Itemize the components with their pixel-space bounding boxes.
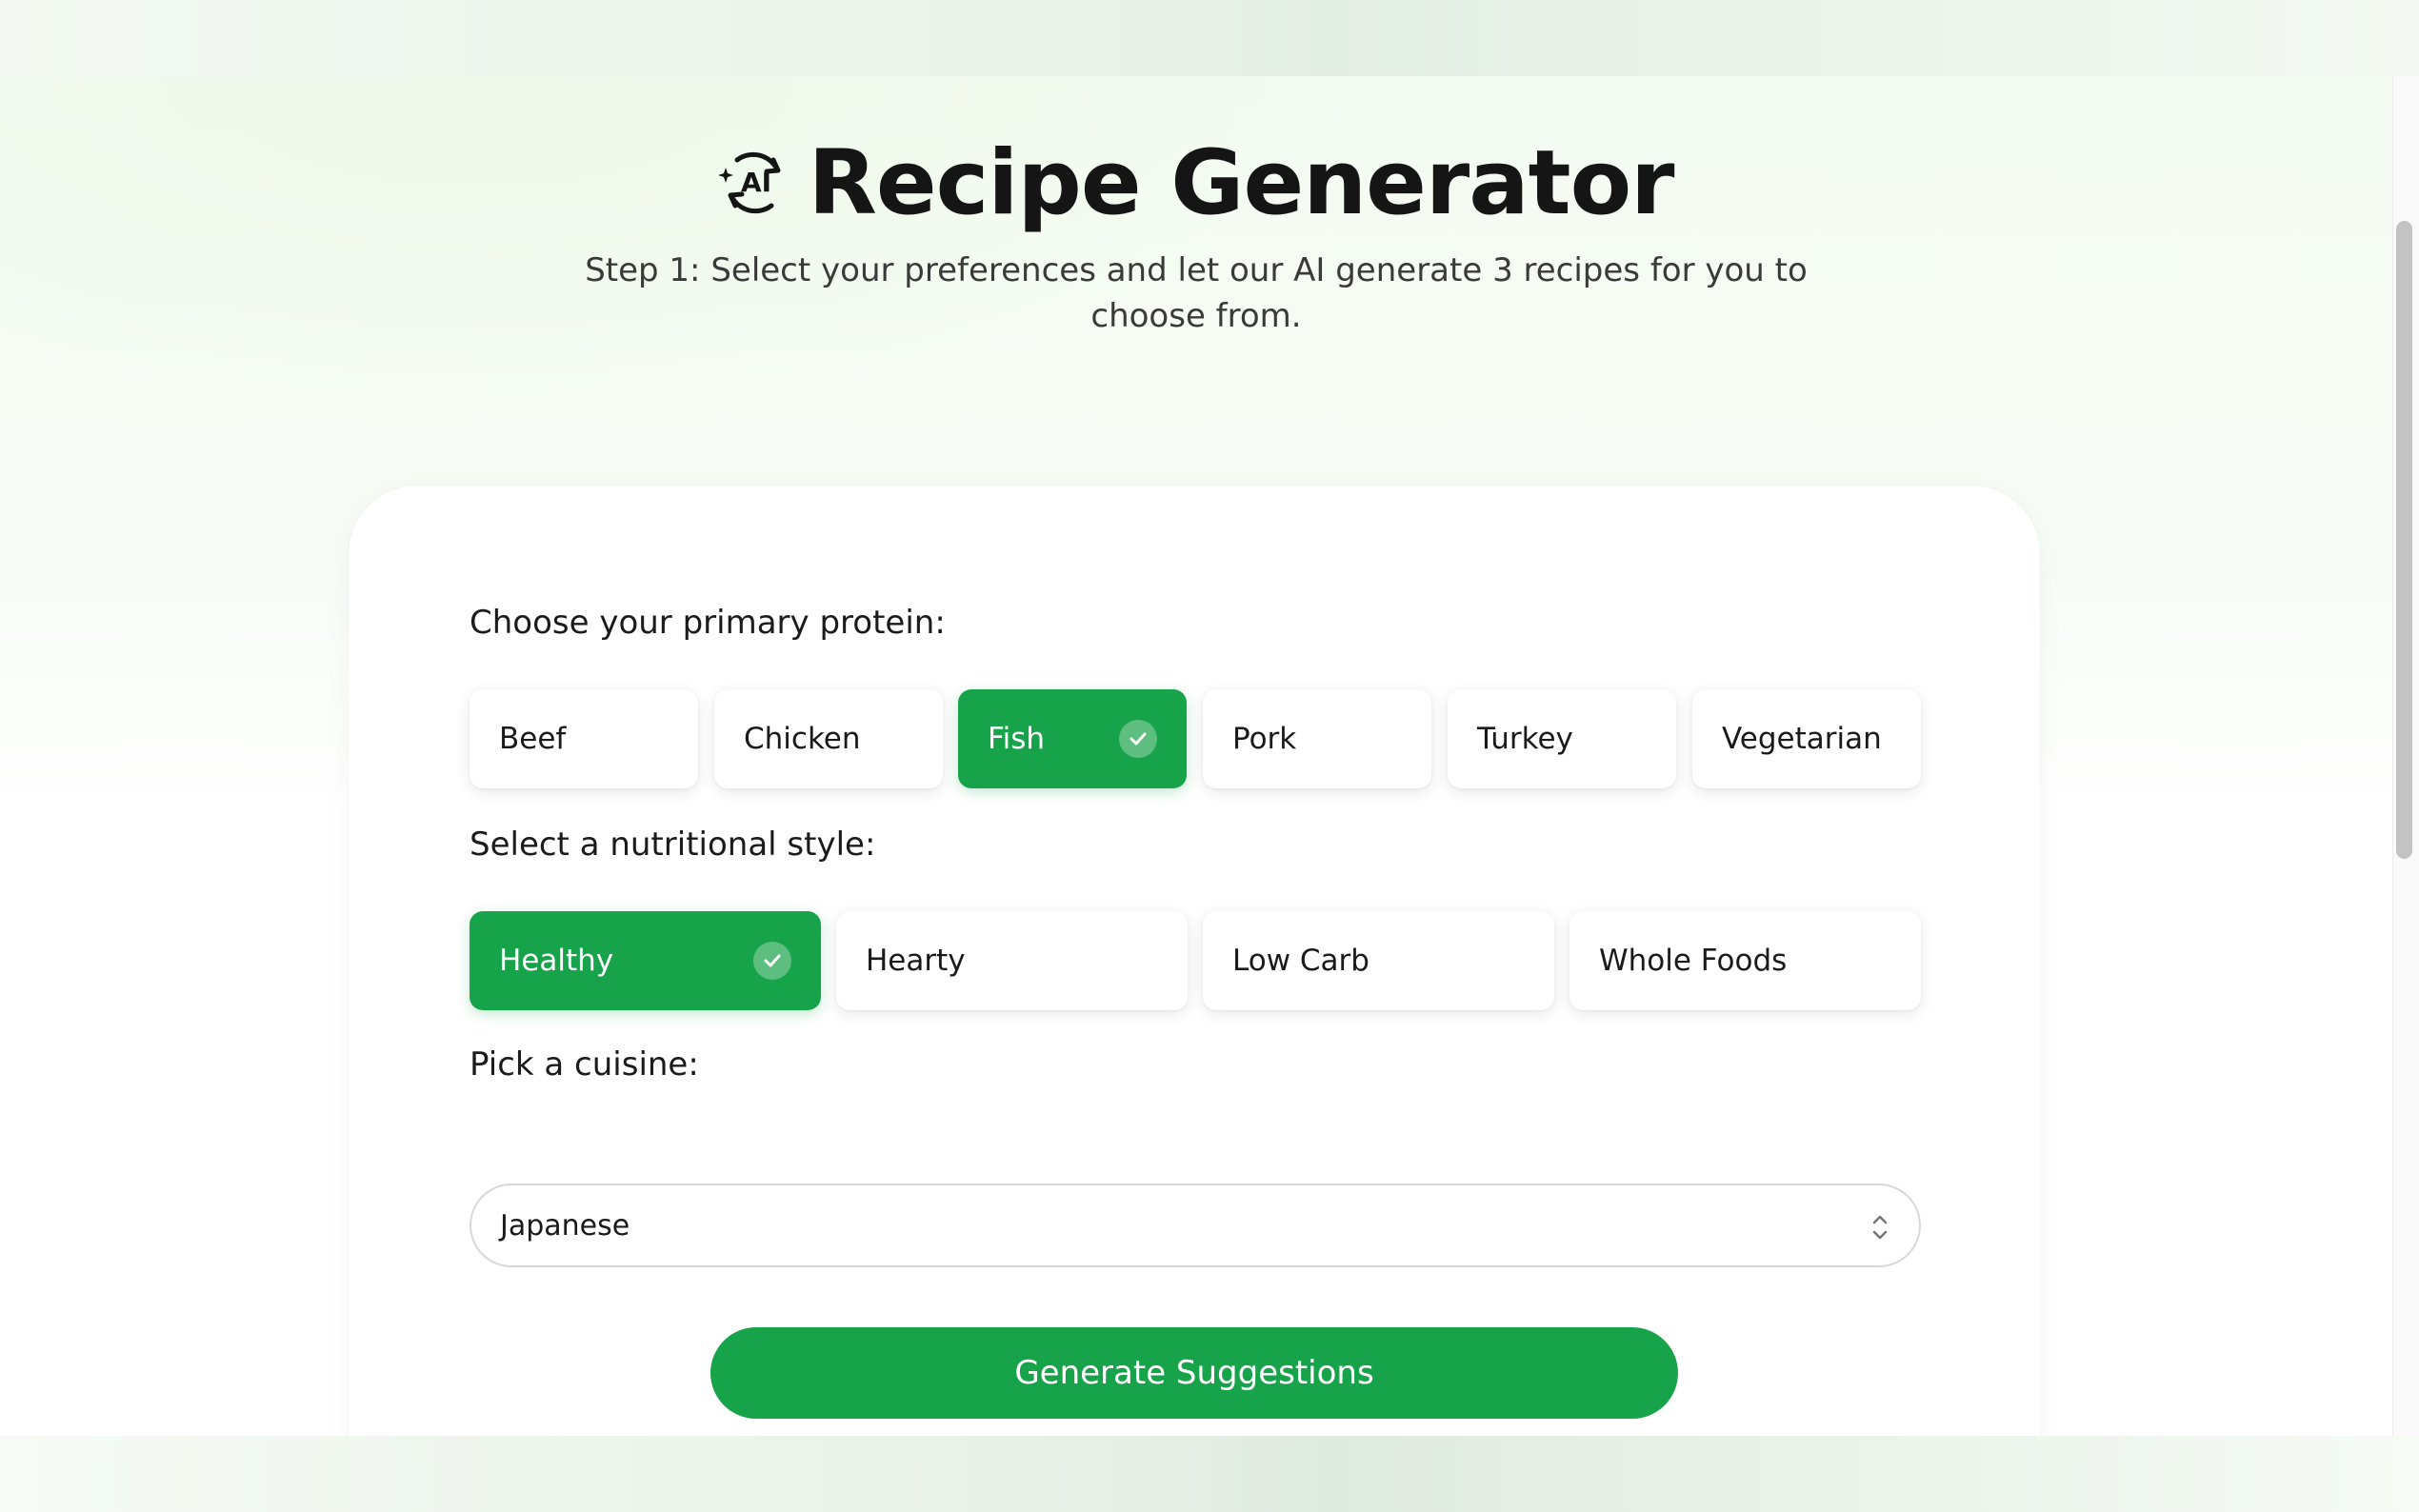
protein-option-turkey[interactable]: Turkey [1448, 689, 1676, 788]
protein-option-chicken[interactable]: Chicken [714, 689, 943, 788]
protein-option-pork[interactable]: Pork [1203, 689, 1431, 788]
browser-top-strip [0, 0, 2419, 76]
scrollbar-thumb[interactable] [2396, 221, 2412, 859]
option-label: Beef [499, 722, 567, 756]
page-title: Recipe Generator [808, 130, 1674, 235]
cuisine-value: Japanese [500, 1208, 630, 1243]
select-arrows-icon [1872, 1215, 1888, 1240]
option-label: Whole Foods [1599, 944, 1788, 978]
option-label: Fish [988, 722, 1045, 756]
style-option-whole-foods[interactable]: Whole Foods [1569, 911, 1921, 1010]
page: AI Recipe Generator Step 1: Select your … [0, 76, 2392, 1436]
preferences-card: Choose your primary protein: Beef Chicke… [349, 486, 2040, 1436]
check-icon [1119, 720, 1157, 758]
header: AI Recipe Generator Step 1: Select your … [0, 124, 2392, 339]
option-label: Pork [1232, 722, 1297, 756]
option-label: Healthy [499, 944, 614, 978]
check-icon [753, 942, 791, 980]
option-label: Vegetarian [1722, 722, 1882, 756]
generate-suggestions-button[interactable]: Generate Suggestions [710, 1327, 1678, 1419]
style-option-hearty[interactable]: Hearty [836, 911, 1188, 1010]
style-option-healthy[interactable]: Healthy [470, 911, 821, 1010]
ai-refresh-icon: AI [718, 151, 781, 214]
page-subtitle: Step 1: Select your preferences and let … [585, 251, 1808, 335]
cuisine-select[interactable]: Japanese [470, 1184, 1921, 1267]
browser-bottom-strip [0, 1436, 2419, 1512]
nutritional-style-label: Select a nutritional style: [470, 826, 876, 864]
cuisine-label: Pick a cuisine: [470, 1045, 699, 1084]
option-label: Low Carb [1232, 944, 1369, 978]
option-label: Chicken [744, 722, 861, 756]
protein-option-vegetarian[interactable]: Vegetarian [1692, 689, 1921, 788]
protein-option-beef[interactable]: Beef [470, 689, 698, 788]
style-option-low-carb[interactable]: Low Carb [1203, 911, 1554, 1010]
protein-label: Choose your primary protein: [470, 604, 946, 642]
protein-option-fish[interactable]: Fish [958, 689, 1187, 788]
option-label: Hearty [866, 944, 966, 978]
option-label: Turkey [1477, 722, 1573, 756]
svg-text:AI: AI [741, 167, 771, 198]
title-row: AI Recipe Generator [0, 124, 2392, 242]
